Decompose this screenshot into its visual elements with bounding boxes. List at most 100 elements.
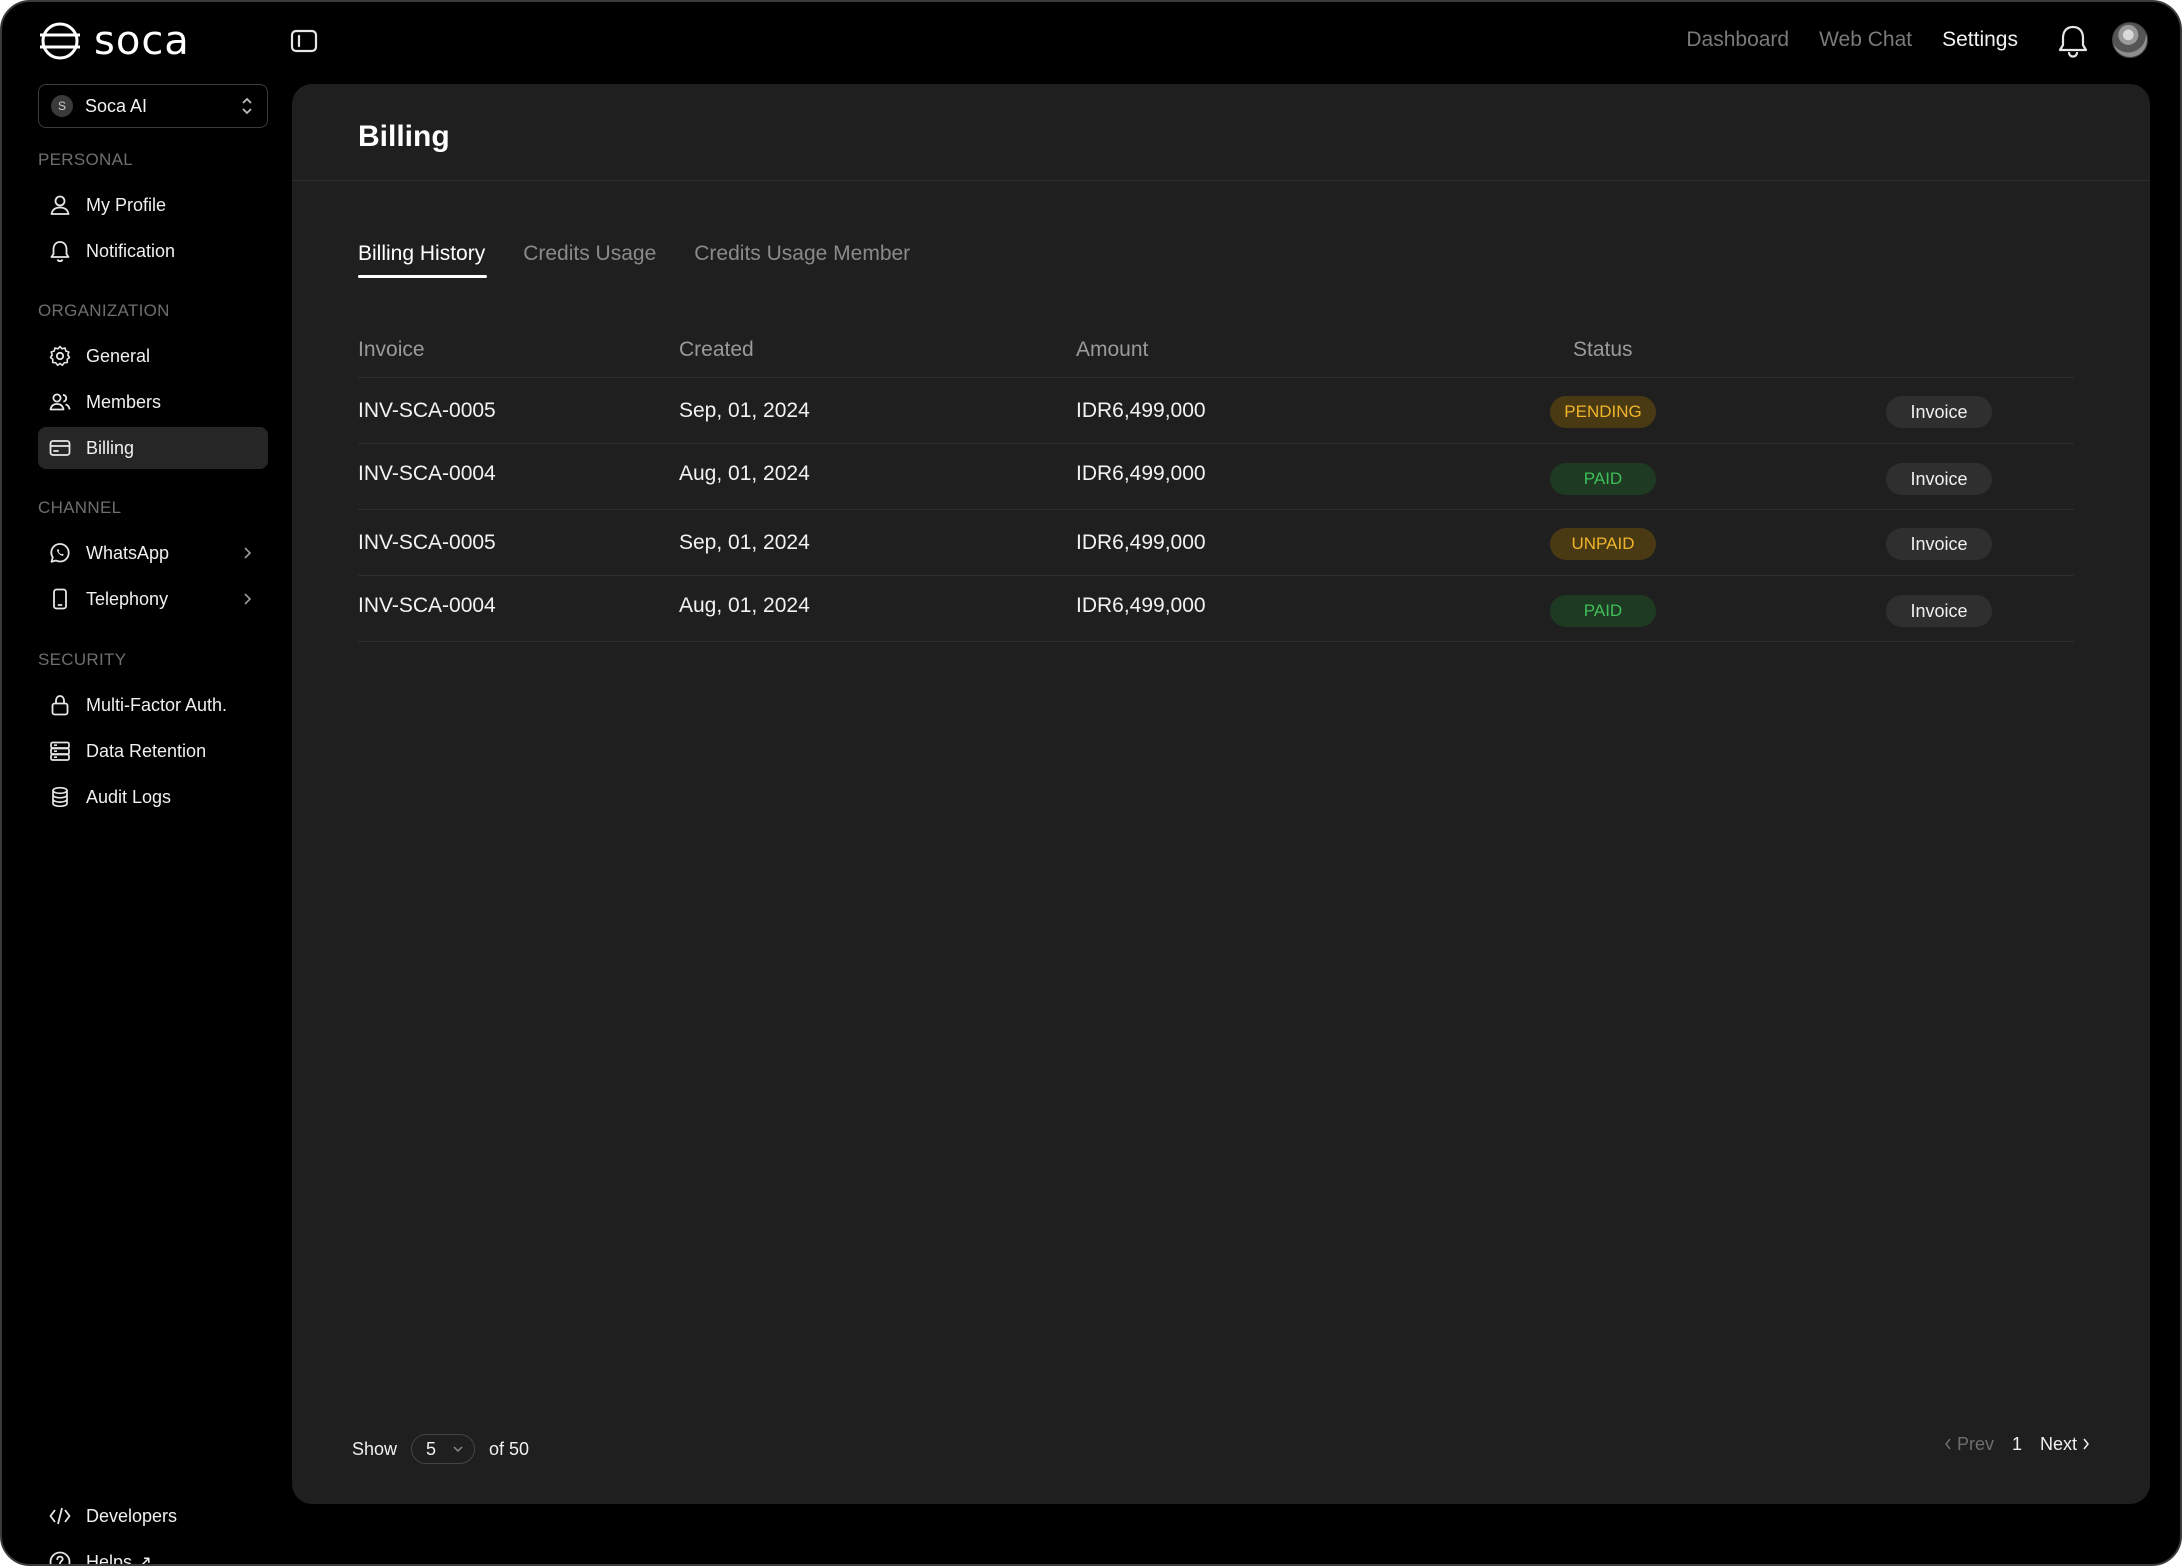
created-date: Sep, 01, 2024 <box>679 399 810 422</box>
divider <box>292 180 2150 181</box>
lock-icon <box>51 695 69 716</box>
user-icon <box>50 195 70 215</box>
tab-credits-usage-member[interactable]: Credits Usage Member <box>694 242 910 278</box>
brand-name: soca <box>94 18 190 64</box>
table-row: INV-SCA-0005 Sep, 01, 2024 IDR6,499,000 … <box>358 510 2074 576</box>
top-bar: soca Dashboard Web Chat Settings <box>2 2 2180 82</box>
notification-bell-icon[interactable] <box>2056 23 2090 59</box>
invoice-id: INV-SCA-0004 <box>358 594 496 617</box>
sidebar-item-my-profile[interactable]: My Profile <box>38 184 268 226</box>
nav-web-chat[interactable]: Web Chat <box>1819 28 1912 52</box>
table-row: INV-SCA-0005 Sep, 01, 2024 IDR6,499,000 … <box>358 378 2074 444</box>
sidebar-item-label: Helps ↗ <box>86 1551 153 1566</box>
sidebar-item-general[interactable]: General <box>38 335 268 377</box>
table-row: INV-SCA-0004 Aug, 01, 2024 IDR6,499,000 … <box>358 444 2074 510</box>
status-badge: PAID <box>1550 463 1656 495</box>
org-initial-badge: S <box>51 95 73 117</box>
pagination: Prev 1 Next <box>1944 1434 2090 1455</box>
sidebar-item-data-retention[interactable]: Data Retention <box>38 730 268 772</box>
table-header: Invoice Created Amount Status <box>358 318 2074 378</box>
nav-settings[interactable]: Settings <box>1942 28 2018 52</box>
show-label: Show <box>352 1438 398 1459</box>
sidebar-item-audit-logs[interactable]: Audit Logs <box>38 776 268 818</box>
user-avatar[interactable] <box>2112 22 2148 58</box>
org-name: Soca AI <box>85 95 148 116</box>
org-switcher[interactable]: S Soca AI <box>38 84 268 128</box>
invoice-id: INV-SCA-0005 <box>358 399 496 422</box>
credit-card-icon <box>49 440 71 456</box>
gear-icon <box>49 345 71 367</box>
invoice-id: INV-SCA-0004 <box>358 462 496 485</box>
invoice-button[interactable]: Invoice <box>1886 396 1992 428</box>
sidebar-item-label: WhatsApp <box>86 542 170 563</box>
prev-label: Prev <box>1956 1434 1994 1454</box>
help-circle-icon <box>49 1551 71 1564</box>
sidebar-item-label: Billing <box>86 437 135 458</box>
sidebar-item-members[interactable]: Members <box>38 381 268 423</box>
sidebar-item-telephony[interactable]: Telephony <box>38 578 268 620</box>
section-channel: CHANNEL <box>38 498 122 517</box>
sidebar: S Soca AI PERSONAL My Profile Notificati… <box>38 82 268 1564</box>
header-status: Status <box>1573 338 1633 361</box>
header-created: Created <box>679 338 754 361</box>
users-icon <box>49 393 71 411</box>
header-invoice: Invoice <box>358 338 425 361</box>
amount: IDR6,499,000 <box>1076 462 1206 485</box>
logo[interactable]: soca <box>38 20 190 62</box>
chevron-left-icon <box>1944 1438 1951 1450</box>
total-count-label: of 50 <box>489 1438 530 1459</box>
soca-logo-icon <box>40 22 80 60</box>
phone-icon <box>53 588 67 610</box>
billing-table: Invoice Created Amount Status INV-SCA-00… <box>358 318 2074 642</box>
sidebar-item-developers[interactable]: Developers <box>38 1495 268 1537</box>
amount: IDR6,499,000 <box>1076 531 1206 554</box>
chevron-down-icon <box>453 1446 463 1453</box>
sidebar-item-notification[interactable]: Notification <box>38 230 268 272</box>
status-badge: PAID <box>1550 595 1656 627</box>
sidebar-item-label: Notification <box>86 240 176 261</box>
next-label: Next <box>2039 1434 2077 1454</box>
database-icon <box>52 786 68 808</box>
server-icon <box>50 741 70 761</box>
page-title: Billing <box>358 120 450 153</box>
status-badge: PENDING <box>1550 396 1656 428</box>
app-window: soca Dashboard Web Chat Settings S Soca … <box>0 0 2182 1566</box>
header-amount: Amount <box>1076 338 1149 361</box>
sidebar-item-label: Developers <box>86 1505 178 1526</box>
sidebar-item-helps[interactable]: Helps ↗ <box>38 1541 268 1566</box>
bell-icon <box>50 241 70 263</box>
tab-billing-history[interactable]: Billing History <box>358 242 488 278</box>
page-size-control: Show 5 of 50 <box>352 1434 529 1464</box>
code-icon <box>49 1507 71 1525</box>
section-personal: PERSONAL <box>38 150 133 169</box>
prev-page-button[interactable]: Prev <box>1944 1434 1994 1455</box>
created-date: Aug, 01, 2024 <box>679 594 810 617</box>
sidebar-item-mfa[interactable]: Multi-Factor Auth. <box>38 684 268 726</box>
sidebar-item-label: Telephony <box>86 588 169 609</box>
status-badge: UNPAID <box>1550 528 1656 560</box>
sidebar-item-billing[interactable]: Billing <box>38 427 268 469</box>
tab-credits-usage[interactable]: Credits Usage <box>523 242 656 278</box>
invoice-button[interactable]: Invoice <box>1886 463 1992 495</box>
page-size-select[interactable]: 5 <box>411 1434 476 1464</box>
invoice-button[interactable]: Invoice <box>1886 595 1992 627</box>
amount: IDR6,499,000 <box>1076 594 1206 617</box>
sidebar-item-label: My Profile <box>86 194 167 215</box>
top-nav: Dashboard Web Chat Settings <box>1686 28 2018 52</box>
amount: IDR6,499,000 <box>1076 399 1206 422</box>
current-page[interactable]: 1 <box>2012 1434 2022 1455</box>
next-page-button[interactable]: Next <box>2040 1434 2090 1455</box>
sidebar-item-label: Data Retention <box>86 740 207 761</box>
nav-dashboard[interactable]: Dashboard <box>1686 28 1789 52</box>
page-size-value: 5 <box>426 1438 437 1459</box>
created-date: Sep, 01, 2024 <box>679 531 810 554</box>
invoice-button[interactable]: Invoice <box>1886 528 1992 560</box>
created-date: Aug, 01, 2024 <box>679 462 810 485</box>
sidebar-item-whatsapp[interactable]: WhatsApp <box>38 532 268 574</box>
section-security: SECURITY <box>38 650 127 669</box>
sidebar-item-label: General <box>86 345 151 366</box>
billing-tabs: Billing History Credits Usage Credits Us… <box>358 242 910 278</box>
sidebar-toggle-icon[interactable] <box>290 29 318 53</box>
sidebar-item-label: Multi-Factor Auth. <box>86 694 228 715</box>
section-organization: ORGANIZATION <box>38 301 170 320</box>
